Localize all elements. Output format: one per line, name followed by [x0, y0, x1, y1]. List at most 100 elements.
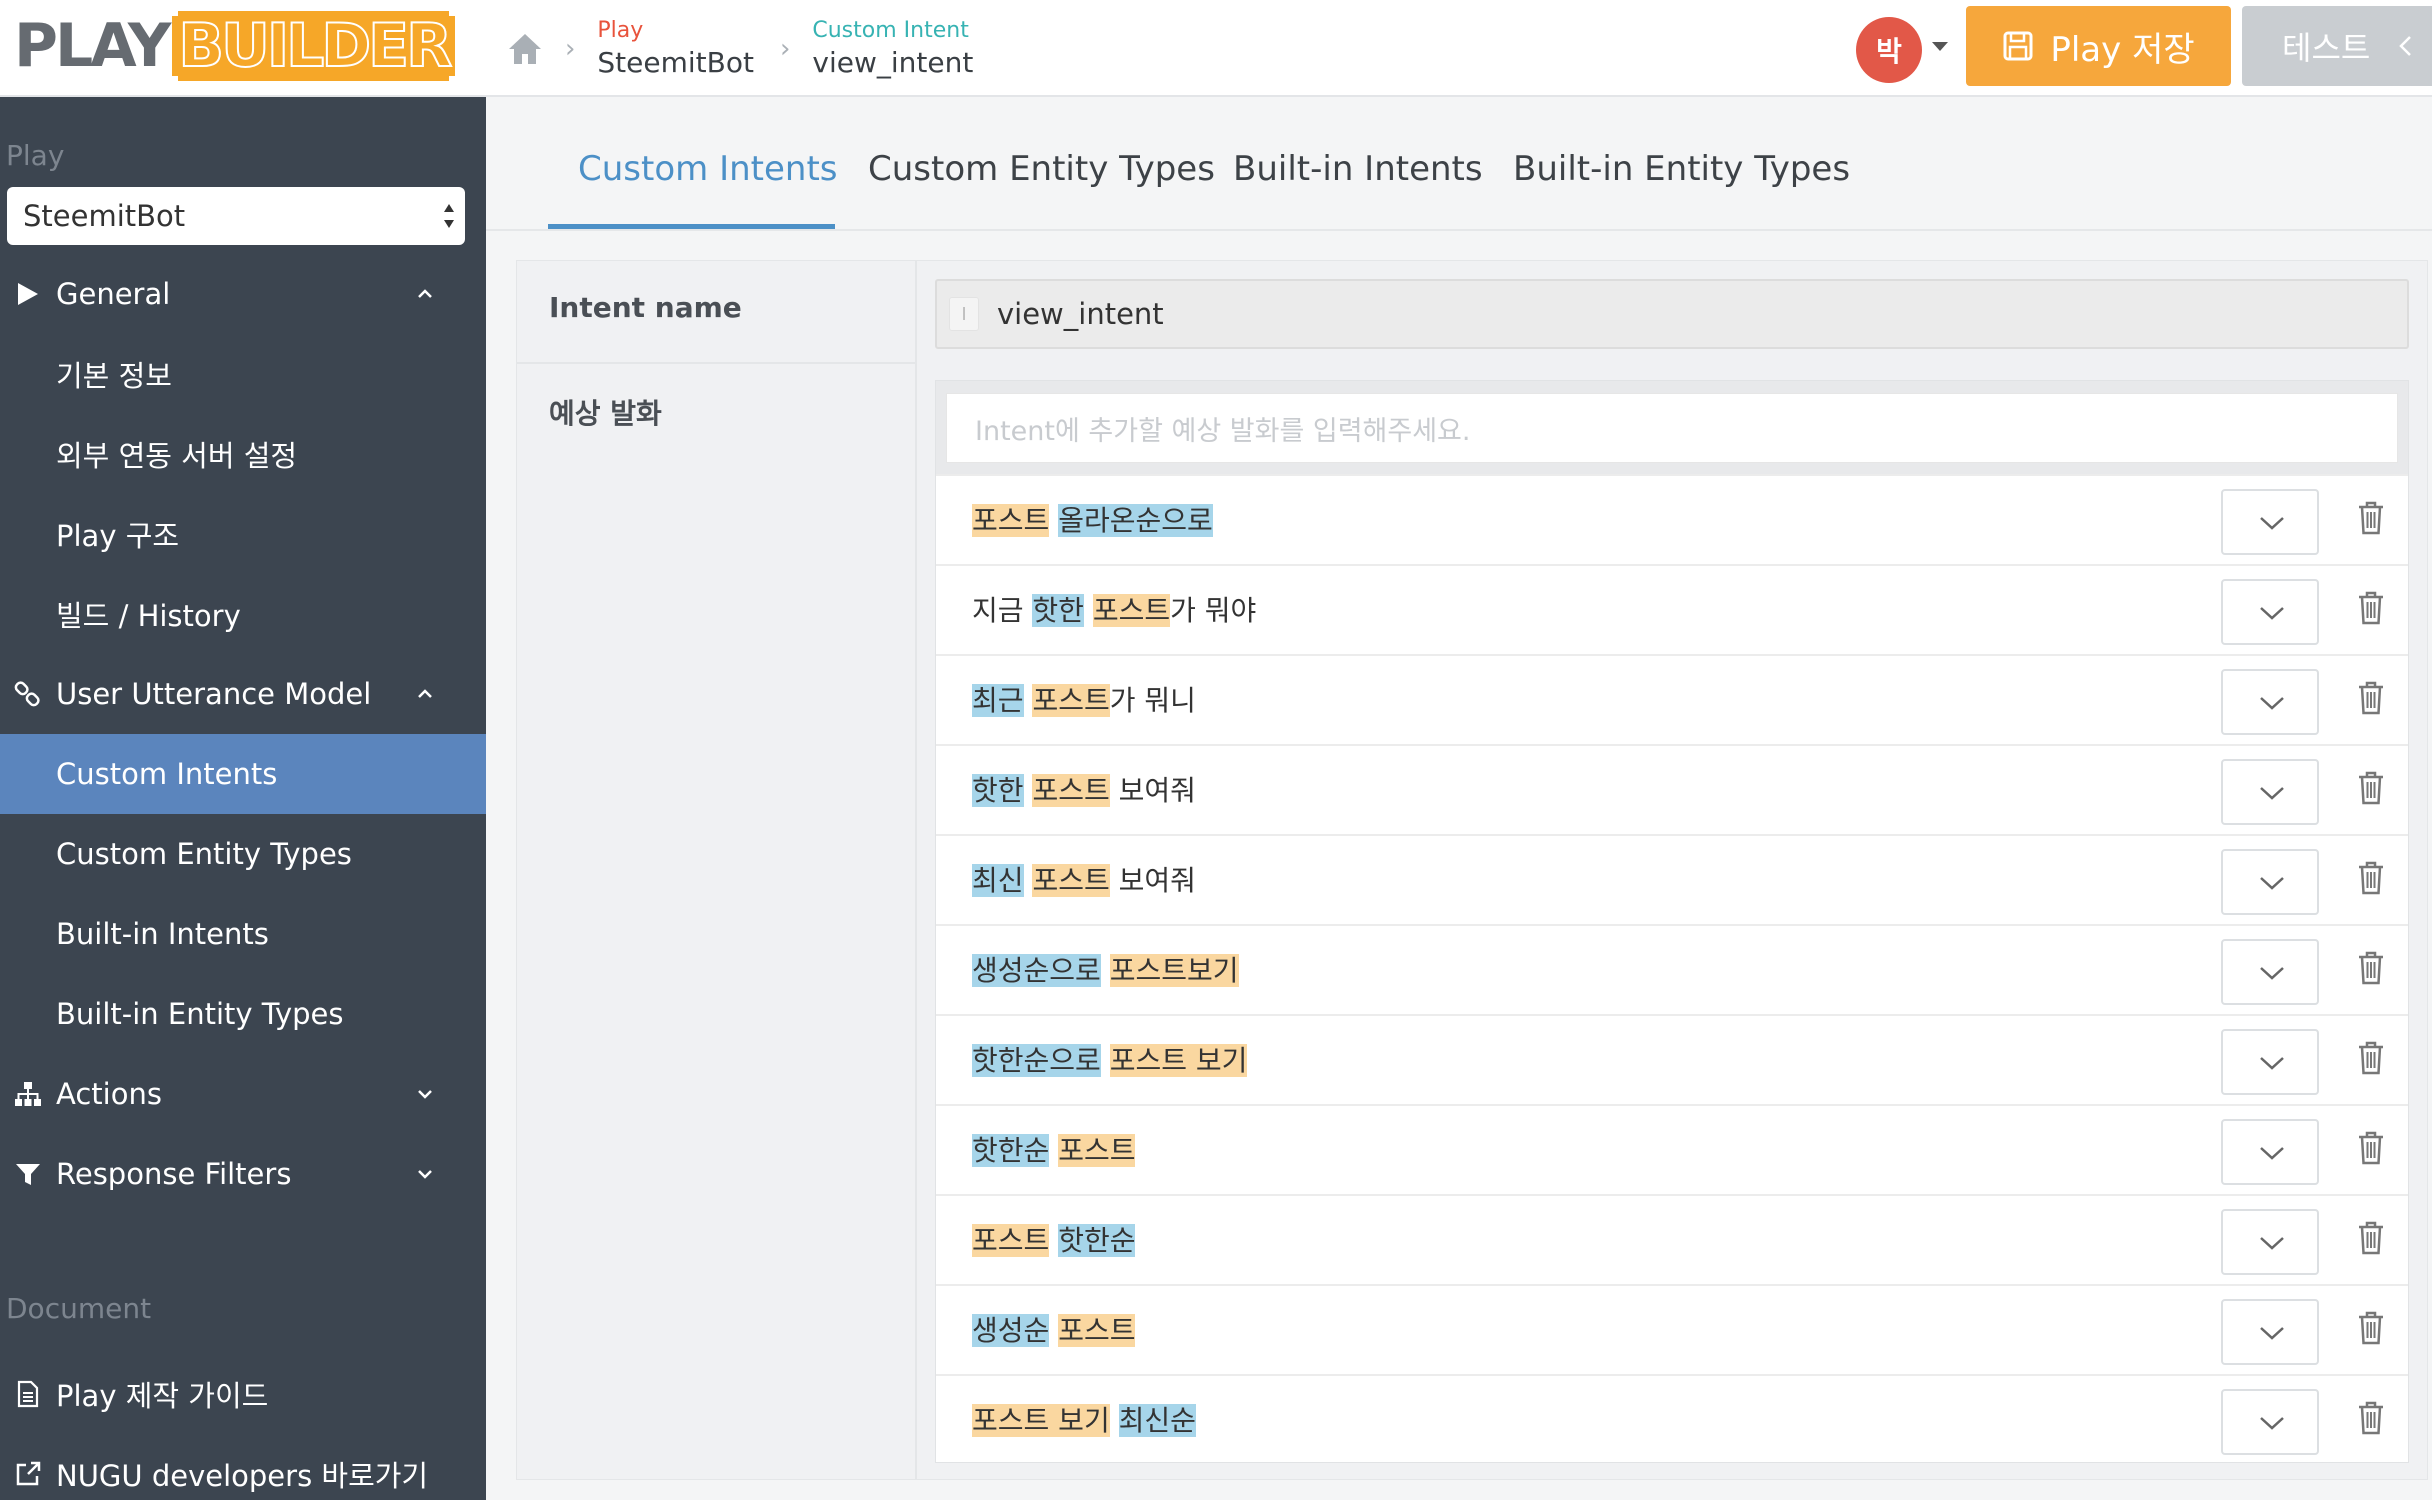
utterance-row: 지금 핫한 포스트가 뭐야	[936, 564, 2408, 654]
trash-icon[interactable]	[2356, 680, 2386, 716]
chevron-up-icon	[418, 289, 432, 298]
sidebar-item-response-filters[interactable]: Response Filters	[0, 1134, 486, 1214]
utterance-text[interactable]: 지금 핫한 포스트가 뭐야	[972, 592, 1256, 630]
utterance-expand-button[interactable]	[2221, 1119, 2319, 1185]
utterance-text[interactable]: 포스트 올라온순으로	[972, 502, 1213, 540]
trash-icon[interactable]	[2356, 770, 2386, 806]
utterance-text[interactable]: 포스트 핫한순	[972, 1222, 1136, 1260]
caret-down-icon[interactable]	[1932, 42, 1948, 51]
play-save-button[interactable]: Play 저장	[1966, 6, 2231, 86]
save-icon	[2003, 31, 2033, 61]
external-link-icon	[16, 1461, 41, 1486]
home-icon[interactable]	[505, 29, 545, 69]
trash-icon[interactable]	[2356, 950, 2386, 986]
utterance-text[interactable]: 생성순으로 포스트보기	[972, 952, 1239, 990]
utterance-plain-text: 보여줘	[1109, 774, 1196, 807]
intent-name-field[interactable]: I view_intent	[935, 279, 2409, 349]
avatar[interactable]: 박	[1856, 17, 1922, 83]
entity-highlight[interactable]: 포스트	[1092, 594, 1171, 627]
utterance-text[interactable]: 핫한 포스트 보여줘	[972, 772, 1196, 810]
utterance-plain-text	[1101, 1044, 1110, 1077]
utterance-text[interactable]: 최신 포스트 보여줘	[972, 862, 1196, 900]
entity-highlight[interactable]: 포스트	[972, 1224, 1050, 1257]
entity-highlight[interactable]: 최신	[972, 864, 1024, 897]
sidebar-item-label: User Utterance Model	[56, 677, 372, 711]
trash-icon[interactable]	[2356, 1220, 2386, 1256]
entity-highlight[interactable]: 포스트 보기	[1109, 1044, 1248, 1077]
sidebar-item-nugu-developers[interactable]: NUGU developers 바로가기	[0, 1434, 486, 1500]
chevron-down-icon	[2260, 1417, 2284, 1430]
utterance-expand-button[interactable]	[2221, 1209, 2319, 1275]
trash-icon[interactable]	[2356, 1400, 2386, 1436]
entity-highlight[interactable]: 핫한순	[1058, 1224, 1136, 1257]
utterance-expand-button[interactable]	[2221, 939, 2319, 1005]
utterance-text[interactable]: 핫한순으로 포스트 보기	[972, 1042, 1248, 1080]
trash-icon[interactable]	[2356, 1130, 2386, 1166]
sidebar-item-user-utterance-model[interactable]: User Utterance Model	[0, 654, 486, 734]
tab-custom-intents[interactable]: Custom Intents	[578, 149, 837, 189]
entity-highlight[interactable]: 최근	[972, 684, 1024, 717]
sidebar-item-play-guide[interactable]: Play 제작 가이드	[0, 1354, 486, 1434]
entity-highlight[interactable]: 포스트	[1058, 1134, 1136, 1167]
entity-highlight[interactable]: 올라온순으로	[1058, 504, 1213, 537]
entity-highlight[interactable]: 포스트	[1058, 1314, 1136, 1347]
utterance-expand-button[interactable]	[2221, 1029, 2319, 1095]
utterance-expand-button[interactable]	[2221, 1299, 2319, 1365]
sidebar-item-build-history[interactable]: 빌드 / History	[0, 574, 486, 654]
trash-icon[interactable]	[2356, 1040, 2386, 1076]
utterance-input[interactable]: Intent에 추가할 예상 발화를 입력해주세요.	[946, 393, 2398, 463]
sidebar-item-external-server[interactable]: 외부 연동 서버 설정	[0, 414, 486, 494]
entity-highlight[interactable]: 핫한순	[972, 1134, 1050, 1167]
entity-highlight[interactable]: 포스트	[972, 504, 1050, 537]
utterance-input-area: Intent에 추가할 예상 발화를 입력해주세요.	[936, 381, 2408, 474]
utterance-text[interactable]: 최근 포스트가 뭐니	[972, 682, 1196, 720]
trash-icon[interactable]	[2356, 500, 2386, 536]
utterance-expand-button[interactable]	[2221, 489, 2319, 555]
utterance-expand-button[interactable]	[2221, 759, 2319, 825]
sidebar-item-play-structure[interactable]: Play 구조	[0, 494, 486, 574]
play-select[interactable]: SteemitBot	[7, 187, 465, 245]
sidebar-item-custom-intents[interactable]: Custom Intents	[0, 734, 486, 814]
sidebar-item-builtin-intents[interactable]: Built-in Intents	[0, 894, 486, 974]
utterance-expand-button[interactable]	[2221, 669, 2319, 735]
entity-highlight[interactable]: 생성순	[972, 1314, 1050, 1347]
entity-highlight[interactable]: 최신순	[1118, 1404, 1196, 1437]
sidebar-item-builtin-entity-types[interactable]: Built-in Entity Types	[0, 974, 486, 1054]
trash-icon[interactable]	[2356, 1310, 2386, 1346]
tab-custom-entity-types[interactable]: Custom Entity Types	[868, 149, 1215, 189]
entity-highlight[interactable]: 핫한	[972, 774, 1024, 807]
entity-highlight[interactable]: 포스트	[1032, 774, 1110, 807]
chevron-right-icon: ›	[565, 34, 576, 64]
entity-highlight[interactable]: 핫한	[1032, 594, 1084, 627]
utterance-text[interactable]: 핫한순 포스트	[972, 1132, 1136, 1170]
playbuilder-logo[interactable]: PLAY BUILDER	[14, 11, 456, 81]
sidebar-item-general[interactable]: General	[0, 254, 486, 334]
entity-highlight[interactable]: 생성순으로	[972, 954, 1101, 987]
breadcrumb-intent-value: view_intent	[812, 46, 974, 79]
tab-builtin-intents[interactable]: Built-in Intents	[1233, 149, 1483, 189]
test-button[interactable]: 테스트	[2242, 6, 2432, 86]
sidebar-item-basic-info[interactable]: 기본 정보	[0, 334, 486, 414]
entity-highlight[interactable]: 포스트	[1032, 684, 1110, 717]
breadcrumb-play[interactable]: Play SteemitBot	[597, 17, 754, 81]
entity-highlight[interactable]: 포스트	[1032, 864, 1110, 897]
utterance-row: 핫한순 포스트	[936, 1104, 2408, 1194]
trash-icon[interactable]	[2356, 590, 2386, 626]
sidebar-item-label: NUGU developers 바로가기	[56, 1459, 429, 1493]
breadcrumb-intent[interactable]: Custom Intent view_intent	[812, 17, 973, 81]
sidebar-item-label: Built-in Intents	[56, 917, 269, 951]
utterance-expand-button[interactable]	[2221, 579, 2319, 645]
sidebar-item-label: General	[56, 277, 171, 311]
trash-icon[interactable]	[2356, 860, 2386, 896]
entity-highlight[interactable]: 포스트 보기	[972, 1404, 1110, 1437]
sidebar-item-custom-entity-types[interactable]: Custom Entity Types	[0, 814, 486, 894]
sidebar-item-actions[interactable]: Actions	[0, 1054, 486, 1134]
sidebar-item-label: Custom Entity Types	[56, 837, 352, 871]
utterance-text[interactable]: 포스트 보기 최신순	[972, 1402, 1196, 1440]
entity-highlight[interactable]: 포스트보기	[1109, 954, 1239, 987]
utterance-expand-button[interactable]	[2221, 1389, 2319, 1455]
utterance-text[interactable]: 생성순 포스트	[972, 1312, 1136, 1350]
utterance-expand-button[interactable]	[2221, 849, 2319, 915]
tab-builtin-entity-types[interactable]: Built-in Entity Types	[1513, 149, 1850, 189]
entity-highlight[interactable]: 핫한순으로	[972, 1044, 1101, 1077]
